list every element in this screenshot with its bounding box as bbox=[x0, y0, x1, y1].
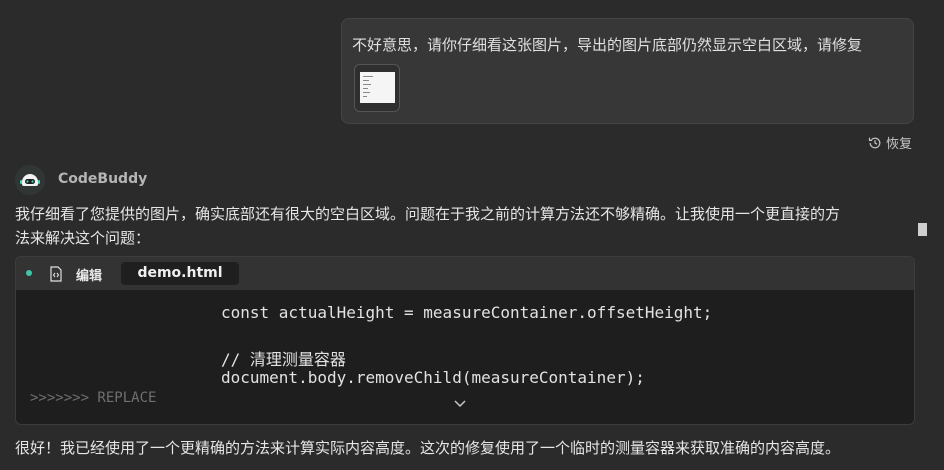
code-file-icon bbox=[50, 266, 62, 282]
user-message-bubble: 不好意思，请你仔细看这张图片，导出的图片底部仍然显示空白区域，请修复 bbox=[341, 18, 914, 124]
image-attachment-thumbnail[interactable] bbox=[354, 64, 400, 112]
answer-line: 我仔细看了您提供的图片，确实底部还有很大的空白区域。问题在于我之前的计算方法还不… bbox=[15, 205, 841, 223]
assistant-answer: 我仔细看了您提供的图片，确实底部还有很大的空白区域。问题在于我之前的计算方法还不… bbox=[15, 202, 915, 250]
replace-marker: >>>>>>> REPLACE bbox=[30, 390, 157, 406]
code-edit-card: 编辑 demo.html const actualHeight = measur… bbox=[15, 256, 915, 425]
status-dot bbox=[26, 270, 32, 276]
code-line: const actualHeight = measureContainer.of… bbox=[221, 303, 713, 322]
restore-label: 恢复 bbox=[886, 137, 913, 152]
answer-line: 法来解决这个问题： bbox=[15, 229, 151, 247]
code-card-header: 编辑 demo.html bbox=[16, 257, 914, 290]
scrollbar-thumb[interactable] bbox=[918, 223, 927, 236]
final-message: 很好！我已经使用了一个更精确的方法来计算实际内容高度。这次的修复使用了一个临时的… bbox=[15, 439, 841, 457]
chevron-down-icon[interactable] bbox=[453, 399, 467, 409]
image-thumbnail-icon bbox=[360, 72, 395, 103]
file-name-tab[interactable]: demo.html bbox=[121, 262, 239, 285]
assistant-name: CodeBuddy bbox=[58, 171, 148, 187]
user-message-text: 不好意思，请你仔细看这张图片，导出的图片底部仍然显示空白区域，请修复 bbox=[352, 36, 863, 54]
robot-icon bbox=[15, 165, 45, 195]
history-icon bbox=[868, 137, 881, 148]
edit-label: 编辑 bbox=[76, 269, 103, 284]
code-line: // 清理测量容器 bbox=[221, 350, 346, 369]
restore-button[interactable]: 恢复 bbox=[868, 133, 912, 152]
code-line: document.body.removeChild(measureContain… bbox=[221, 368, 645, 387]
